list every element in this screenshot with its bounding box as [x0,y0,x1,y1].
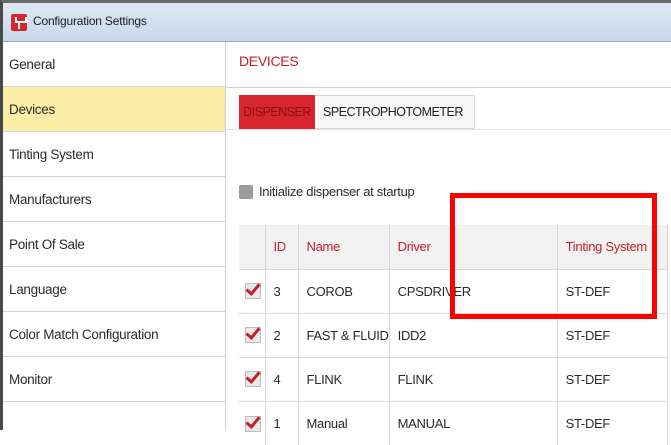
divider [226,129,671,130]
cell-name: Manual [298,400,390,445]
sidebar-item-label: Point Of Sale [9,236,85,252]
column-header-id[interactable]: ID [265,225,299,269]
highlight-annotation-box [450,193,657,319]
divider [226,87,671,88]
sidebar-item-label: General [9,56,55,72]
initialize-dispenser-option[interactable]: Initialize dispenser at startup [239,184,415,199]
row-checkbox[interactable] [245,327,261,344]
table-row[interactable]: 4 FLINK FLINK ST-DEF [239,356,668,401]
sidebar-item-label: Language [9,281,67,297]
table-row[interactable]: 2 FAST & FLUID IDD2 ST-DEF [239,312,668,357]
sidebar-item-label: Tinting System [9,146,94,162]
initialize-dispenser-checkbox[interactable] [239,184,253,199]
section-title: DEVICES [239,53,299,69]
cell-tinting-system: ST-DEF [557,356,668,401]
settings-sidebar: General Devices Tinting System Manufactu… [3,42,226,430]
cell-tinting-system: ST-DEF [557,312,668,357]
column-header-name[interactable]: Name [298,225,390,269]
row-checkbox[interactable] [245,415,261,432]
sidebar-item-tinting-system[interactable]: Tinting System [3,132,225,177]
app-logo-icon [11,14,27,31]
title-bar: Configuration Settings [3,3,671,42]
cell-name: COROB [298,268,390,313]
sidebar-item-general[interactable]: General [3,42,225,87]
cell-id: 2 [265,312,299,357]
cell-name: FLINK [298,356,390,401]
sidebar-item-devices[interactable]: Devices [3,87,225,132]
tab-dispenser[interactable]: DISPENSER [239,95,315,129]
cell-id: 3 [265,268,299,313]
cell-driver: IDD2 [389,312,558,357]
tab-spectrophotometer[interactable]: SPECTROPHOTOMETER [315,95,475,129]
sidebar-item-color-match-configuration[interactable]: Color Match Configuration [3,312,225,357]
sidebar-item-label: Devices [9,101,55,117]
sidebar-item-label: Color Match Configuration [9,326,159,342]
sidebar-item-point-of-sale[interactable]: Point Of Sale [3,222,225,267]
row-checkbox[interactable] [245,283,261,300]
configuration-settings-window: Configuration Settings General Devices T… [0,0,671,445]
cell-id: 4 [265,356,299,401]
sidebar-item-manufacturers[interactable]: Manufacturers [3,177,225,222]
cell-name: FAST & FLUID [298,312,390,357]
row-checkbox[interactable] [245,371,261,388]
window-title: Configuration Settings [33,14,147,28]
sidebar-item-label: Monitor [9,371,52,387]
cell-id: 1 [265,400,299,445]
sidebar-item-label: Manufacturers [9,191,92,207]
initialize-dispenser-label: Initialize dispenser at startup [259,184,415,199]
cell-driver: FLINK [389,356,558,401]
table-row[interactable]: 1 Manual MANUAL ST-DEF [239,400,668,445]
cell-driver: MANUAL [389,400,558,445]
device-tabs: DISPENSER SPECTROPHOTOMETER [239,95,475,129]
sidebar-item-monitor[interactable]: Monitor [3,357,225,402]
sidebar-item-language[interactable]: Language [3,267,225,312]
column-header-select [239,225,266,269]
cell-tinting-system: ST-DEF [557,400,668,445]
